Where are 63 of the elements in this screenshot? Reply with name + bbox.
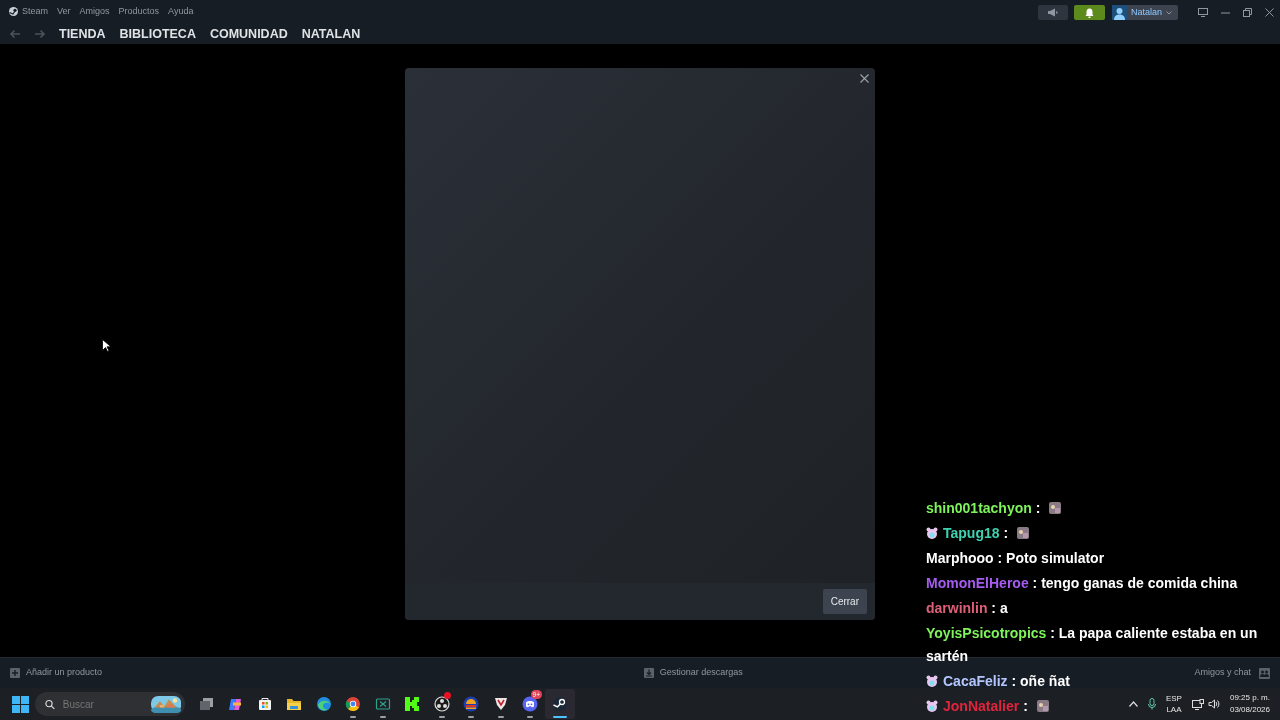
add-icon[interactable]	[10, 668, 20, 678]
nav-tab[interactable]: NATALAN	[301, 24, 361, 44]
k-block-icon	[404, 696, 421, 712]
microphone-icon[interactable]	[1147, 698, 1156, 710]
search-box[interactable]: Buscar	[35, 692, 185, 716]
search-icon	[45, 698, 55, 710]
taskbar-app-button[interactable]	[545, 689, 575, 719]
chat-message: Marphooo : Poto simulator	[926, 550, 1105, 566]
browser-ring-icon	[345, 696, 362, 712]
account-menu[interactable]: Natalan	[1111, 5, 1178, 20]
burger-icon	[463, 696, 480, 712]
chat-message: Tapug18 :	[943, 525, 1010, 541]
menu-item[interactable]: Ayuda	[168, 4, 194, 19]
monitor-icon[interactable]	[1198, 8, 1208, 17]
clock-time[interactable]: 09:25 p. m.	[1229, 692, 1270, 704]
account-name: Natalan	[1130, 5, 1162, 19]
wave-globe-icon	[315, 696, 332, 712]
add-product-link[interactable]: Añadir un producto	[26, 666, 103, 680]
caret-icon	[1166, 10, 1172, 15]
close-button[interactable]	[860, 74, 869, 83]
chat-message: darwinlin : a	[926, 600, 1008, 616]
menu-item[interactable]: Productos	[118, 4, 160, 19]
shield-icon	[492, 696, 509, 712]
megaphone-icon	[1047, 8, 1059, 17]
chat-message: CacaFeliz : oñe ñat	[943, 672, 1070, 689]
menu-item[interactable]: Steam	[22, 4, 48, 19]
bell-icon	[1084, 7, 1094, 18]
nav-tab[interactable]: TIENDA	[59, 24, 106, 44]
chat-message: shin001tachyon :	[926, 500, 1042, 516]
search-field[interactable]: Buscar	[62, 696, 143, 712]
start-icon[interactable]	[12, 695, 29, 713]
network-icon[interactable]	[1191, 698, 1204, 710]
close-icon[interactable]	[1264, 8, 1274, 17]
record-circle-icon	[433, 696, 450, 712]
announcements-button[interactable]	[1037, 5, 1068, 20]
window-stack-icon	[197, 696, 214, 712]
clock-date[interactable]: 03/08/2026	[1229, 704, 1270, 716]
assistant-icon	[227, 696, 244, 712]
folder-icon	[286, 696, 303, 712]
menu-item[interactable]: Ver	[57, 4, 71, 19]
avatar-icon	[1111, 5, 1127, 20]
language-code[interactable]: ESP	[1165, 693, 1182, 704]
friends-icon[interactable]	[1259, 667, 1270, 679]
chat-message: JonNatalier :	[943, 697, 1029, 714]
mouse-cursor-icon	[102, 339, 111, 352]
nav-tab[interactable]: COMUNIDAD	[209, 24, 288, 44]
downloads-link[interactable]: Gestionar descargas	[659, 666, 743, 680]
volume-icon[interactable]	[1207, 699, 1220, 709]
chat-message: MomonElHeroe : tengo ganas de comida china	[926, 575, 1238, 591]
logo-icon	[9, 7, 18, 16]
notifications-button[interactable]	[1073, 5, 1105, 20]
nav-tab[interactable]: BIBLIOTECA	[119, 24, 196, 44]
friends-chat-link[interactable]: Amigos y chat	[1194, 666, 1251, 680]
x-box-icon	[374, 696, 391, 712]
chat-bubble-icon	[522, 696, 539, 712]
steam-logo-icon	[551, 696, 568, 712]
keyboard-layout[interactable]: LAA	[1165, 704, 1182, 715]
close-dialog-button[interactable]: Cerrar	[822, 589, 867, 614]
chevron-up-icon[interactable]	[1128, 701, 1138, 707]
shopping-bag-icon	[256, 696, 273, 712]
download-icon[interactable]	[643, 668, 654, 678]
restore-icon[interactable]	[1242, 8, 1252, 17]
menu-item[interactable]: Amigos	[79, 4, 110, 19]
